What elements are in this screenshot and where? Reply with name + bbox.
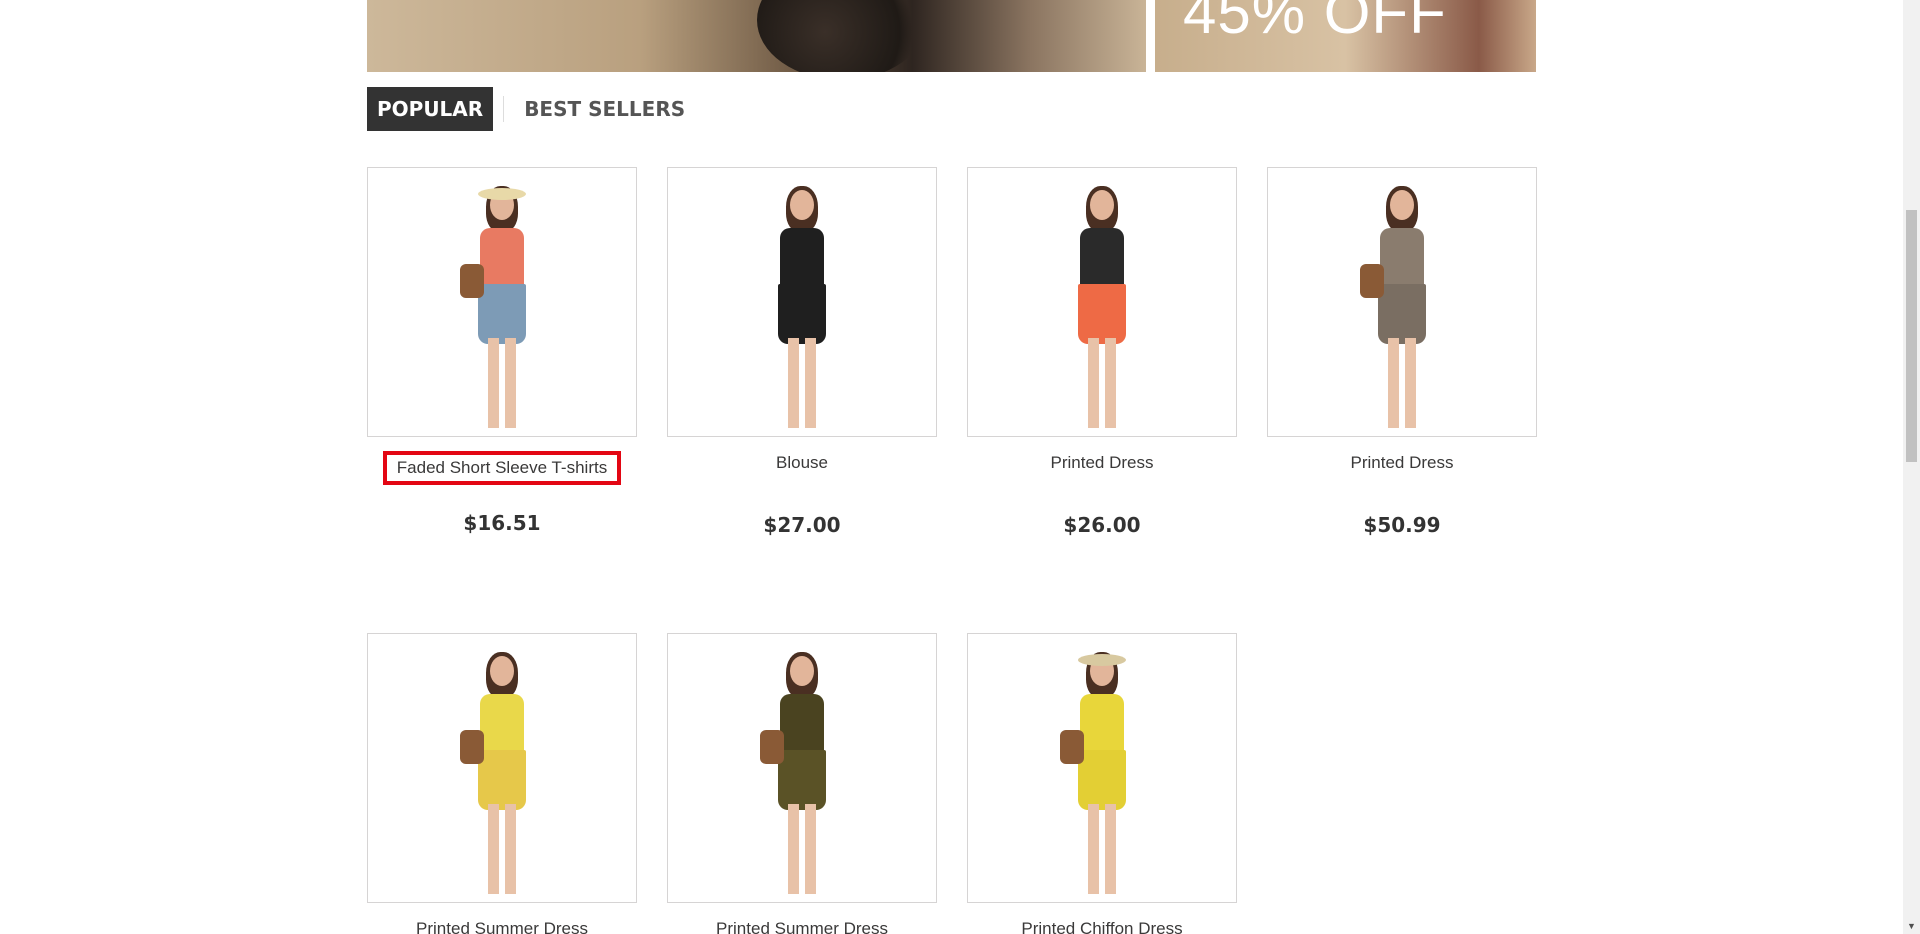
product-card[interactable]: Printed Dress $26.00: [967, 167, 1237, 537]
product-image[interactable]: [667, 167, 937, 437]
product-name: Faded Short Sleeve T-shirts: [382, 451, 622, 485]
scrollbar[interactable]: ▼: [1903, 0, 1920, 934]
product-image[interactable]: [967, 633, 1237, 903]
product-price: $26.00: [1063, 513, 1141, 537]
product-name-link[interactable]: Printed Summer Dress: [667, 919, 937, 934]
product-name-link[interactable]: Printed Dress: [967, 453, 1237, 473]
tab-divider: [503, 96, 505, 122]
scroll-thumb[interactable]: [1906, 210, 1917, 462]
product-card[interactable]: Printed Summer Dress: [667, 633, 937, 934]
product-name-link[interactable]: Printed Summer Dress: [367, 919, 637, 934]
tab-best-sellers[interactable]: Best Sellers: [514, 87, 695, 131]
product-image[interactable]: [367, 633, 637, 903]
product-photo: [1052, 168, 1152, 436]
product-image[interactable]: [667, 633, 937, 903]
product-card[interactable]: Blouse $27.00: [667, 167, 937, 537]
product-price: $16.51: [463, 511, 541, 535]
product-name-link[interactable]: Blouse: [667, 453, 937, 473]
product-card[interactable]: Printed Summer Dress: [367, 633, 637, 934]
product-image[interactable]: [367, 167, 637, 437]
banner-slider[interactable]: ‹ ›: [367, 0, 1146, 72]
tab-popular[interactable]: Popular: [367, 87, 494, 131]
product-name: Printed Summer Dress: [416, 919, 588, 934]
product-photo: [452, 634, 552, 902]
product-image[interactable]: [967, 167, 1237, 437]
product-name-link[interactable]: Printed Dress: [1267, 453, 1537, 473]
product-card[interactable]: Printed Chiffon Dress: [967, 633, 1237, 934]
product-tabs: Popular Best Sellers: [367, 87, 695, 131]
product-name-link[interactable]: Printed Chiffon Dress: [967, 919, 1237, 934]
product-photo: [752, 634, 852, 902]
product-name: Printed Chiffon Dress: [1021, 919, 1183, 934]
promo-text: 45% OFF: [1183, 0, 1447, 46]
product-price: $50.99: [1363, 513, 1441, 537]
product-card[interactable]: Faded Short Sleeve T-shirts $16.51: [367, 167, 637, 535]
product-name: Blouse: [776, 453, 828, 472]
page: ‹ › 45% OFF Popular Best Sellers Faded S…: [0, 0, 1920, 934]
product-photo: [452, 168, 552, 436]
product-image[interactable]: [1267, 167, 1537, 437]
product-photo: [752, 168, 852, 436]
product-photo: [1352, 168, 1452, 436]
product-card[interactable]: Printed Dress $50.99: [1267, 167, 1537, 537]
product-name: Printed Dress: [1350, 453, 1454, 472]
product-name: Printed Summer Dress: [716, 919, 888, 934]
product-name-link[interactable]: Faded Short Sleeve T-shirts: [367, 451, 637, 485]
banner-image: [757, 0, 927, 72]
product-photo: [1052, 634, 1152, 902]
promo-banner[interactable]: 45% OFF: [1155, 0, 1536, 72]
product-price: $27.00: [763, 513, 841, 537]
scroll-down-icon[interactable]: ▼: [1903, 917, 1920, 934]
product-name: Printed Dress: [1050, 453, 1154, 472]
